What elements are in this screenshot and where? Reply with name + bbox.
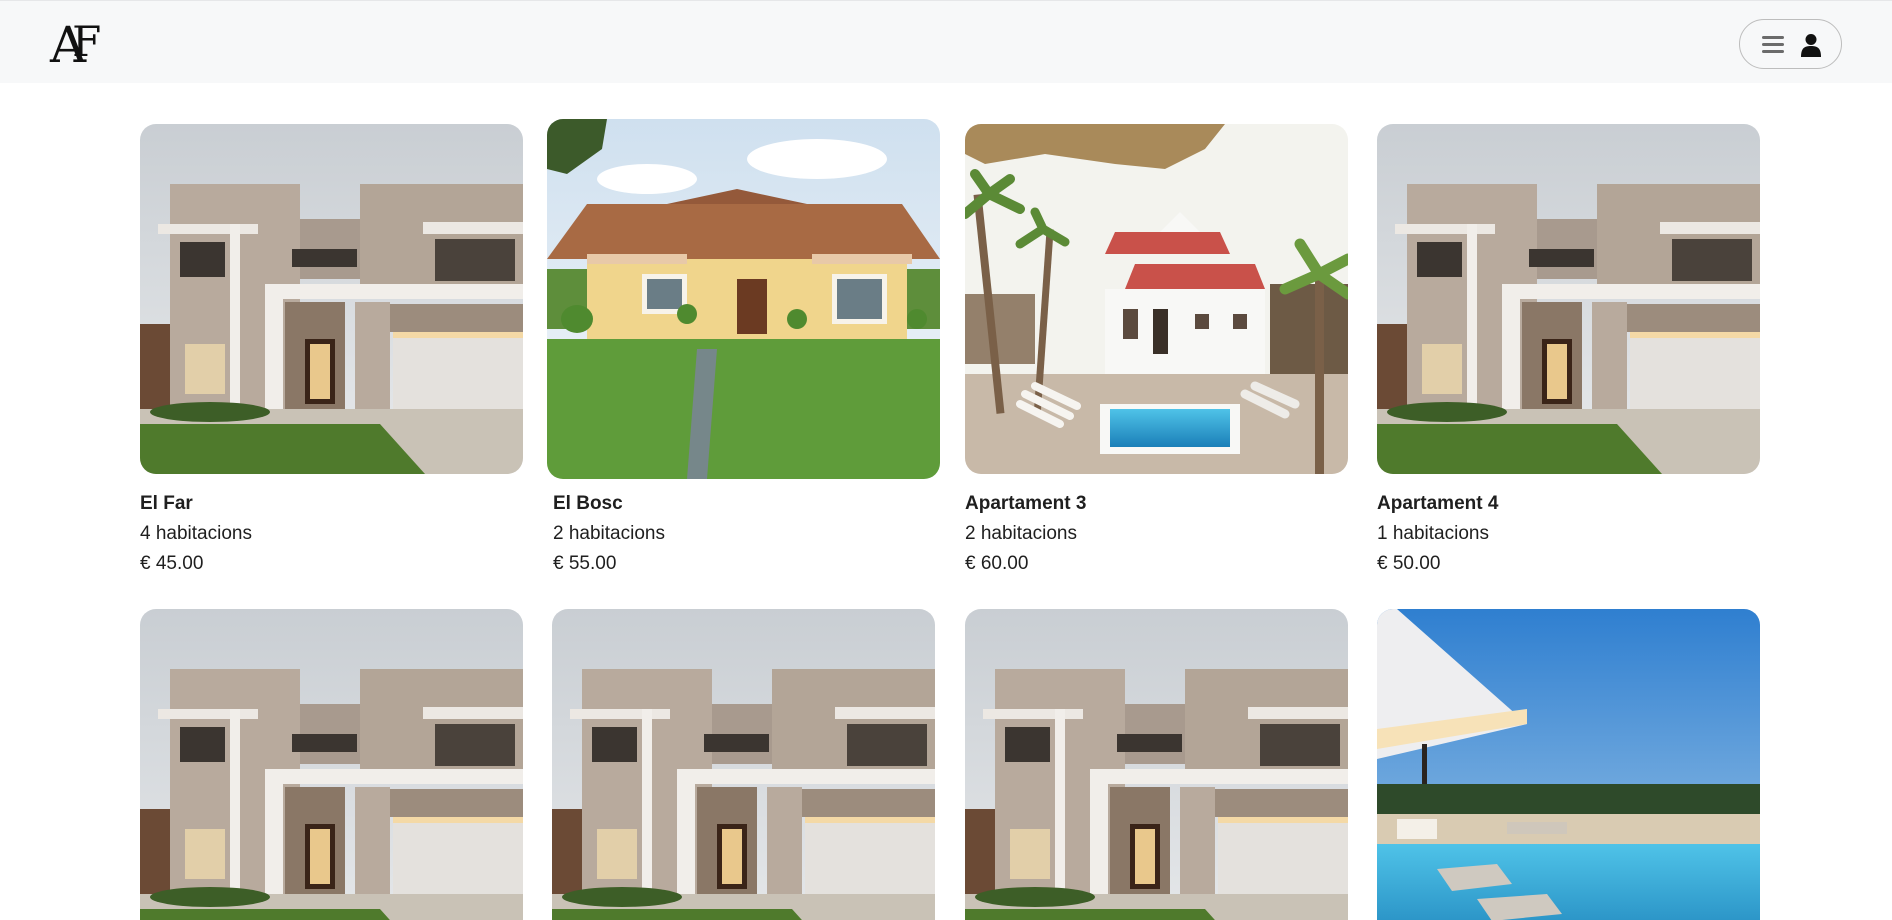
- listing-price: € 60.00: [965, 553, 1029, 574]
- listing-price: € 45.00: [140, 553, 204, 574]
- listing-image[interactable]: [965, 609, 1348, 920]
- listing-price: € 50.00: [1377, 553, 1441, 574]
- listing-image[interactable]: [140, 609, 523, 920]
- listing-price: € 55.00: [553, 553, 617, 574]
- listing-image[interactable]: [1377, 124, 1760, 474]
- listing-image[interactable]: [552, 609, 935, 920]
- brand-logo[interactable]: AF: [50, 18, 110, 71]
- listing-image[interactable]: [140, 124, 523, 474]
- listing-title[interactable]: Apartament 4: [1377, 493, 1498, 515]
- listing-title[interactable]: El Far: [140, 493, 193, 515]
- listing-rooms: 1 habitacions: [1377, 523, 1489, 544]
- listing-image[interactable]: [547, 119, 940, 479]
- top-header: AF: [0, 0, 1892, 83]
- hamburger-menu-icon: [1762, 36, 1784, 53]
- listing-rooms: 2 habitacions: [553, 523, 665, 544]
- listing-title[interactable]: El Bosc: [553, 493, 623, 515]
- listing-rooms: 2 habitacions: [965, 523, 1077, 544]
- user-icon: [1801, 34, 1821, 57]
- listing-image[interactable]: [1377, 609, 1760, 920]
- listing-title[interactable]: Apartament 3: [965, 493, 1086, 515]
- account-menu-button[interactable]: [1739, 19, 1842, 69]
- listing-rooms: 4 habitacions: [140, 523, 252, 544]
- listing-image[interactable]: [965, 124, 1348, 474]
